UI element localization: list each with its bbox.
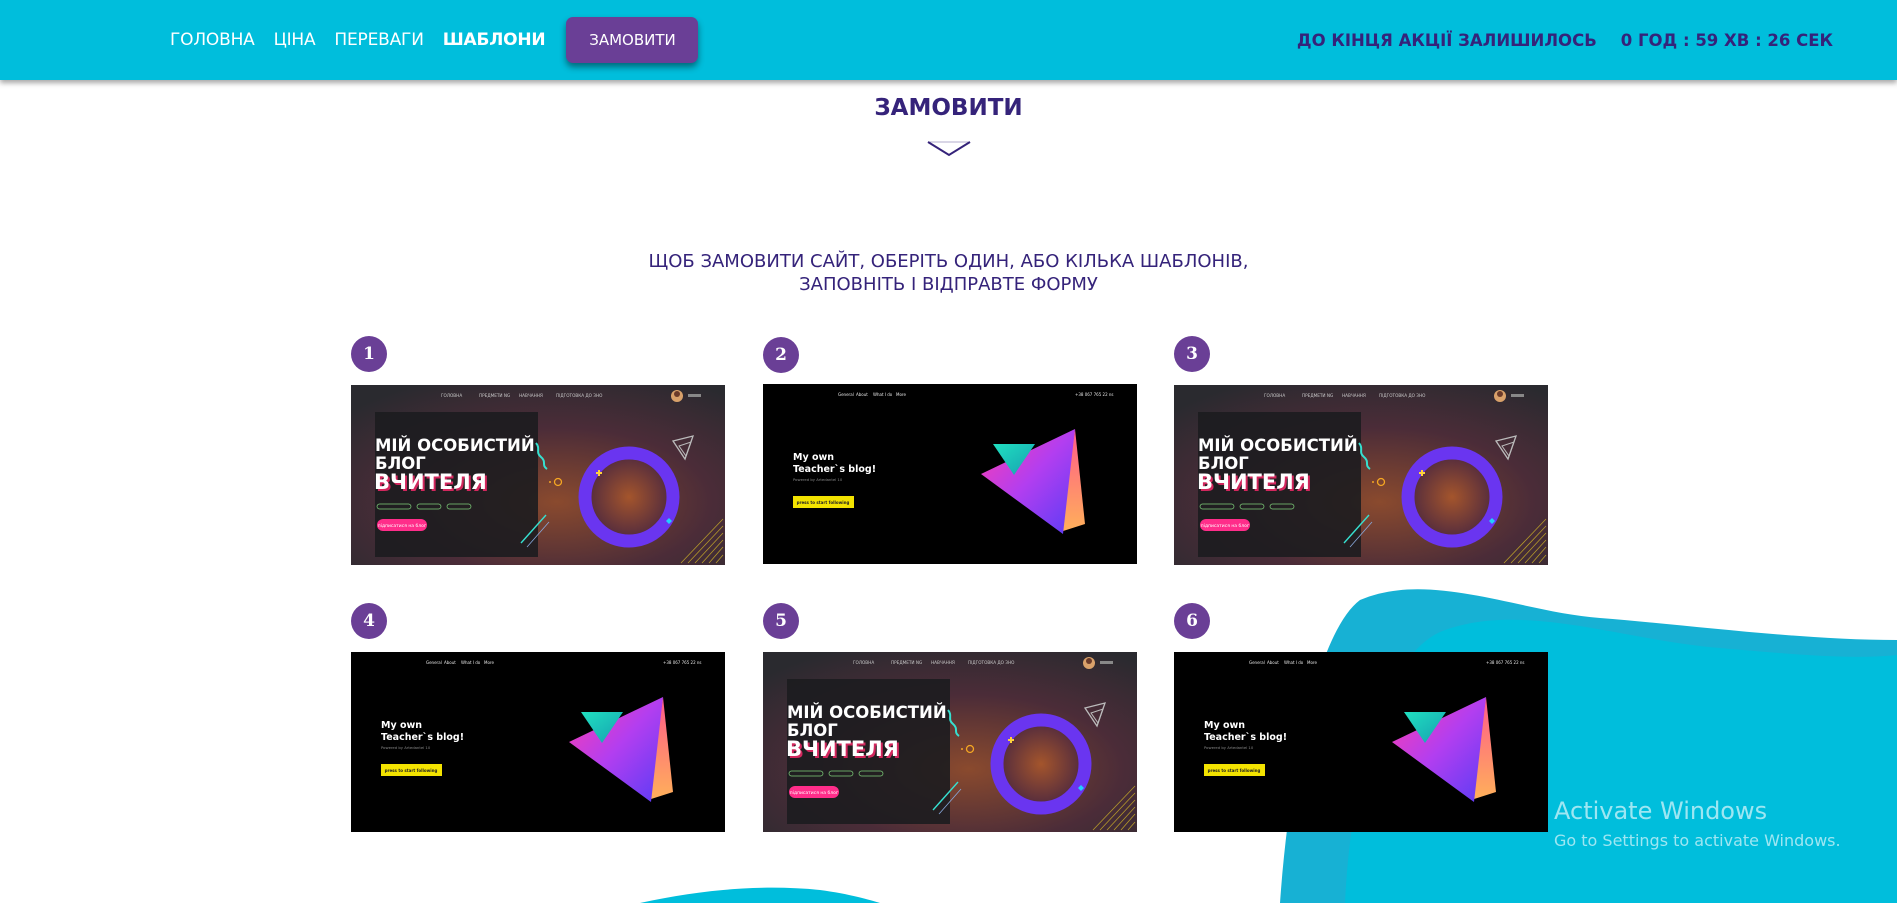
svg-text:My own: My own [1204,720,1245,731]
nav-links: ГОЛОВНА ЦІНА ПЕРЕВАГИ ШАБЛОНИ ЗАМОВИТИ [170,0,699,80]
template-number-badge: 2 [763,337,799,373]
nav-link-price[interactable]: ЦІНА [274,30,316,50]
template-preview-3[interactable]: ГОЛОВНА ПРЕДМЕТИ NG НАВЧАННЯ ПІДГОТОВКА … [1174,385,1548,565]
promo-timer: ДО КІНЦЯ АКЦІЇ ЗАЛИШИЛОСЬ 0 ГОД : 59 ХВ … [1297,0,1833,80]
svg-text:+38 067 765 22 ns: +38 067 765 22 ns [663,660,702,665]
svg-text:Powered by Artedantel 10: Powered by Artedantel 10 [1204,745,1254,750]
template-number-badge: 4 [351,603,387,639]
svg-text:ВЧИТЕЛЯ: ВЧИТЕЛЯ [374,470,487,494]
svg-text:General: General [838,392,854,397]
template-preview-4[interactable]: General About What I do More +38 067 765… [351,652,725,832]
blog-en-preview-image: General About What I do More +38 067 765… [1174,652,1548,832]
svg-text:НАВЧАННЯ: НАВЧАННЯ [1342,393,1366,398]
svg-text:МІЙ ОСОБИСТИЙ: МІЙ ОСОБИСТИЙ [787,703,947,722]
instructions-text: ЩОБ ЗАМОВИТИ САЙТ, ОБЕРІТЬ ОДИН, АБО КІЛ… [0,250,1897,296]
template-preview-1[interactable]: ГОЛОВНА ПРЕДМЕТИ NG НАВЧАННЯ ПІДГОТОВКА … [351,385,725,565]
svg-text:Teacher`s blog!: Teacher`s blog! [381,732,464,743]
blog-ua-preview-image: ГОЛОВНА ПРЕДМЕТИ NG НАВЧАННЯ ПІДГОТОВКА … [351,385,725,565]
svg-text:ГОЛОВНА: ГОЛОВНА [441,393,462,398]
svg-text:My own: My own [793,452,834,463]
template-preview-2[interactable]: General About What I do More +38 067 765… [763,384,1137,564]
svg-text:More: More [1307,660,1317,665]
svg-text:ПРЕДМЕТИ NG: ПРЕДМЕТИ NG [891,660,922,665]
svg-text:ПІДГОТОВКА ДО ЗНО: ПІДГОТОВКА ДО ЗНО [1379,393,1426,398]
svg-text:ПРЕДМЕТИ NG: ПРЕДМЕТИ NG [1302,393,1333,398]
svg-text:ГОЛОВНА: ГОЛОВНА [1264,393,1285,398]
svg-text:ГОЛОВНА: ГОЛОВНА [853,660,874,665]
svg-text:More: More [484,660,494,665]
chevron-down-icon[interactable] [926,139,972,159]
timer-label: ДО КІНЦЯ АКЦІЇ ЗАЛИШИЛОСЬ [1296,30,1597,50]
watermark-line-2: Go to Settings to activate Windows. [1554,831,1841,850]
svg-text:Powered by Artedantel 10: Powered by Artedantel 10 [793,477,843,482]
blog-ua-preview-image: ГОЛОВНА ПРЕДМЕТИ NG НАВЧАННЯ ПІДГОТОВКА … [1174,385,1548,565]
section-title: ЗАМОВИТИ [874,95,1023,121]
template-number-badge: 6 [1174,603,1210,639]
svg-text:ПІДГОТОВКА ДО ЗНО: ПІДГОТОВКА ДО ЗНО [968,660,1015,665]
instructions-line-1: ЩОБ ЗАМОВИТИ САЙТ, ОБЕРІТЬ ОДИН, АБО КІЛ… [648,251,1249,272]
svg-text:press to start following: press to start following [797,500,850,505]
svg-text:МІЙ ОСОБИСТИЙ: МІЙ ОСОБИСТИЙ [1198,436,1358,455]
template-number-badge: 5 [763,603,799,639]
nav-link-home[interactable]: ГОЛОВНА [170,30,255,50]
svg-text:підписатися на блог: підписатися на блог [378,523,427,529]
instructions-line-2: ЗАПОВНІТЬ І ВІДПРАВТЕ ФОРМУ [799,274,1098,295]
template-preview-6[interactable]: General About What I do More +38 067 765… [1174,652,1548,832]
svg-text:About: About [444,660,456,665]
watermark-line-1: Activate Windows [1554,797,1768,825]
svg-text:НАВЧАННЯ: НАВЧАННЯ [519,393,543,398]
svg-text:ВЧИТЕЛЯ: ВЧИТЕЛЯ [786,737,899,761]
svg-text:ПІДГОТОВКА ДО ЗНО: ПІДГОТОВКА ДО ЗНО [556,393,603,398]
svg-text:My own: My own [381,720,422,731]
svg-text:About: About [1267,660,1279,665]
svg-text:Powered by Artedantel 10: Powered by Artedantel 10 [381,745,431,750]
svg-text:press to start following: press to start following [385,768,438,773]
template-preview-5[interactable]: ГОЛОВНА ПРЕДМЕТИ NG НАВЧАННЯ ПІДГОТОВКА … [763,652,1137,832]
template-number-badge: 3 [1174,336,1210,372]
svg-text:press to start following: press to start following [1208,768,1261,773]
nav-link-templates[interactable]: ШАБЛОНИ [443,30,546,50]
svg-text:About: About [856,392,868,397]
svg-text:підписатися на блог: підписатися на блог [790,790,839,796]
svg-text:More: More [896,392,906,397]
svg-text:ПРЕДМЕТИ NG: ПРЕДМЕТИ NG [479,393,510,398]
nav-link-advantages[interactable]: ПЕРЕВАГИ [334,30,423,50]
svg-text:Teacher`s blog!: Teacher`s blog! [793,464,876,475]
svg-text:підписатися на блог: підписатися на блог [1201,523,1250,529]
svg-text:General: General [1249,660,1265,665]
order-button[interactable]: ЗАМОВИТИ [566,17,699,63]
svg-text:What I do: What I do [461,660,481,665]
svg-text:+38 067 765 22 ns: +38 067 765 22 ns [1486,660,1525,665]
timer-value: 0 ГОД : 59 ХВ : 26 СЕК [1620,30,1833,50]
svg-text:What I do: What I do [1284,660,1304,665]
template-number-badge: 1 [351,336,387,372]
svg-text:Teacher`s blog!: Teacher`s blog! [1204,732,1287,743]
svg-text:НАВЧАННЯ: НАВЧАННЯ [931,660,955,665]
svg-text:General: General [426,660,442,665]
top-navbar: ГОЛОВНА ЦІНА ПЕРЕВАГИ ШАБЛОНИ ЗАМОВИТИ Д… [0,0,1897,80]
blog-ua-preview-image: ГОЛОВНА ПРЕДМЕТИ NG НАВЧАННЯ ПІДГОТОВКА … [763,652,1137,832]
svg-text:ВЧИТЕЛЯ: ВЧИТЕЛЯ [1197,470,1310,494]
svg-text:What I do: What I do [873,392,893,397]
blog-en-preview-image: General About What I do More +38 067 765… [351,652,725,832]
svg-text:МІЙ ОСОБИСТИЙ: МІЙ ОСОБИСТИЙ [375,436,535,455]
blog-en-preview-image: General About What I do More +38 067 765… [763,384,1137,564]
windows-activation-watermark: Activate Windows Go to Settings to activ… [1554,797,1841,850]
svg-text:+38 067 765 22 ns: +38 067 765 22 ns [1075,392,1114,397]
